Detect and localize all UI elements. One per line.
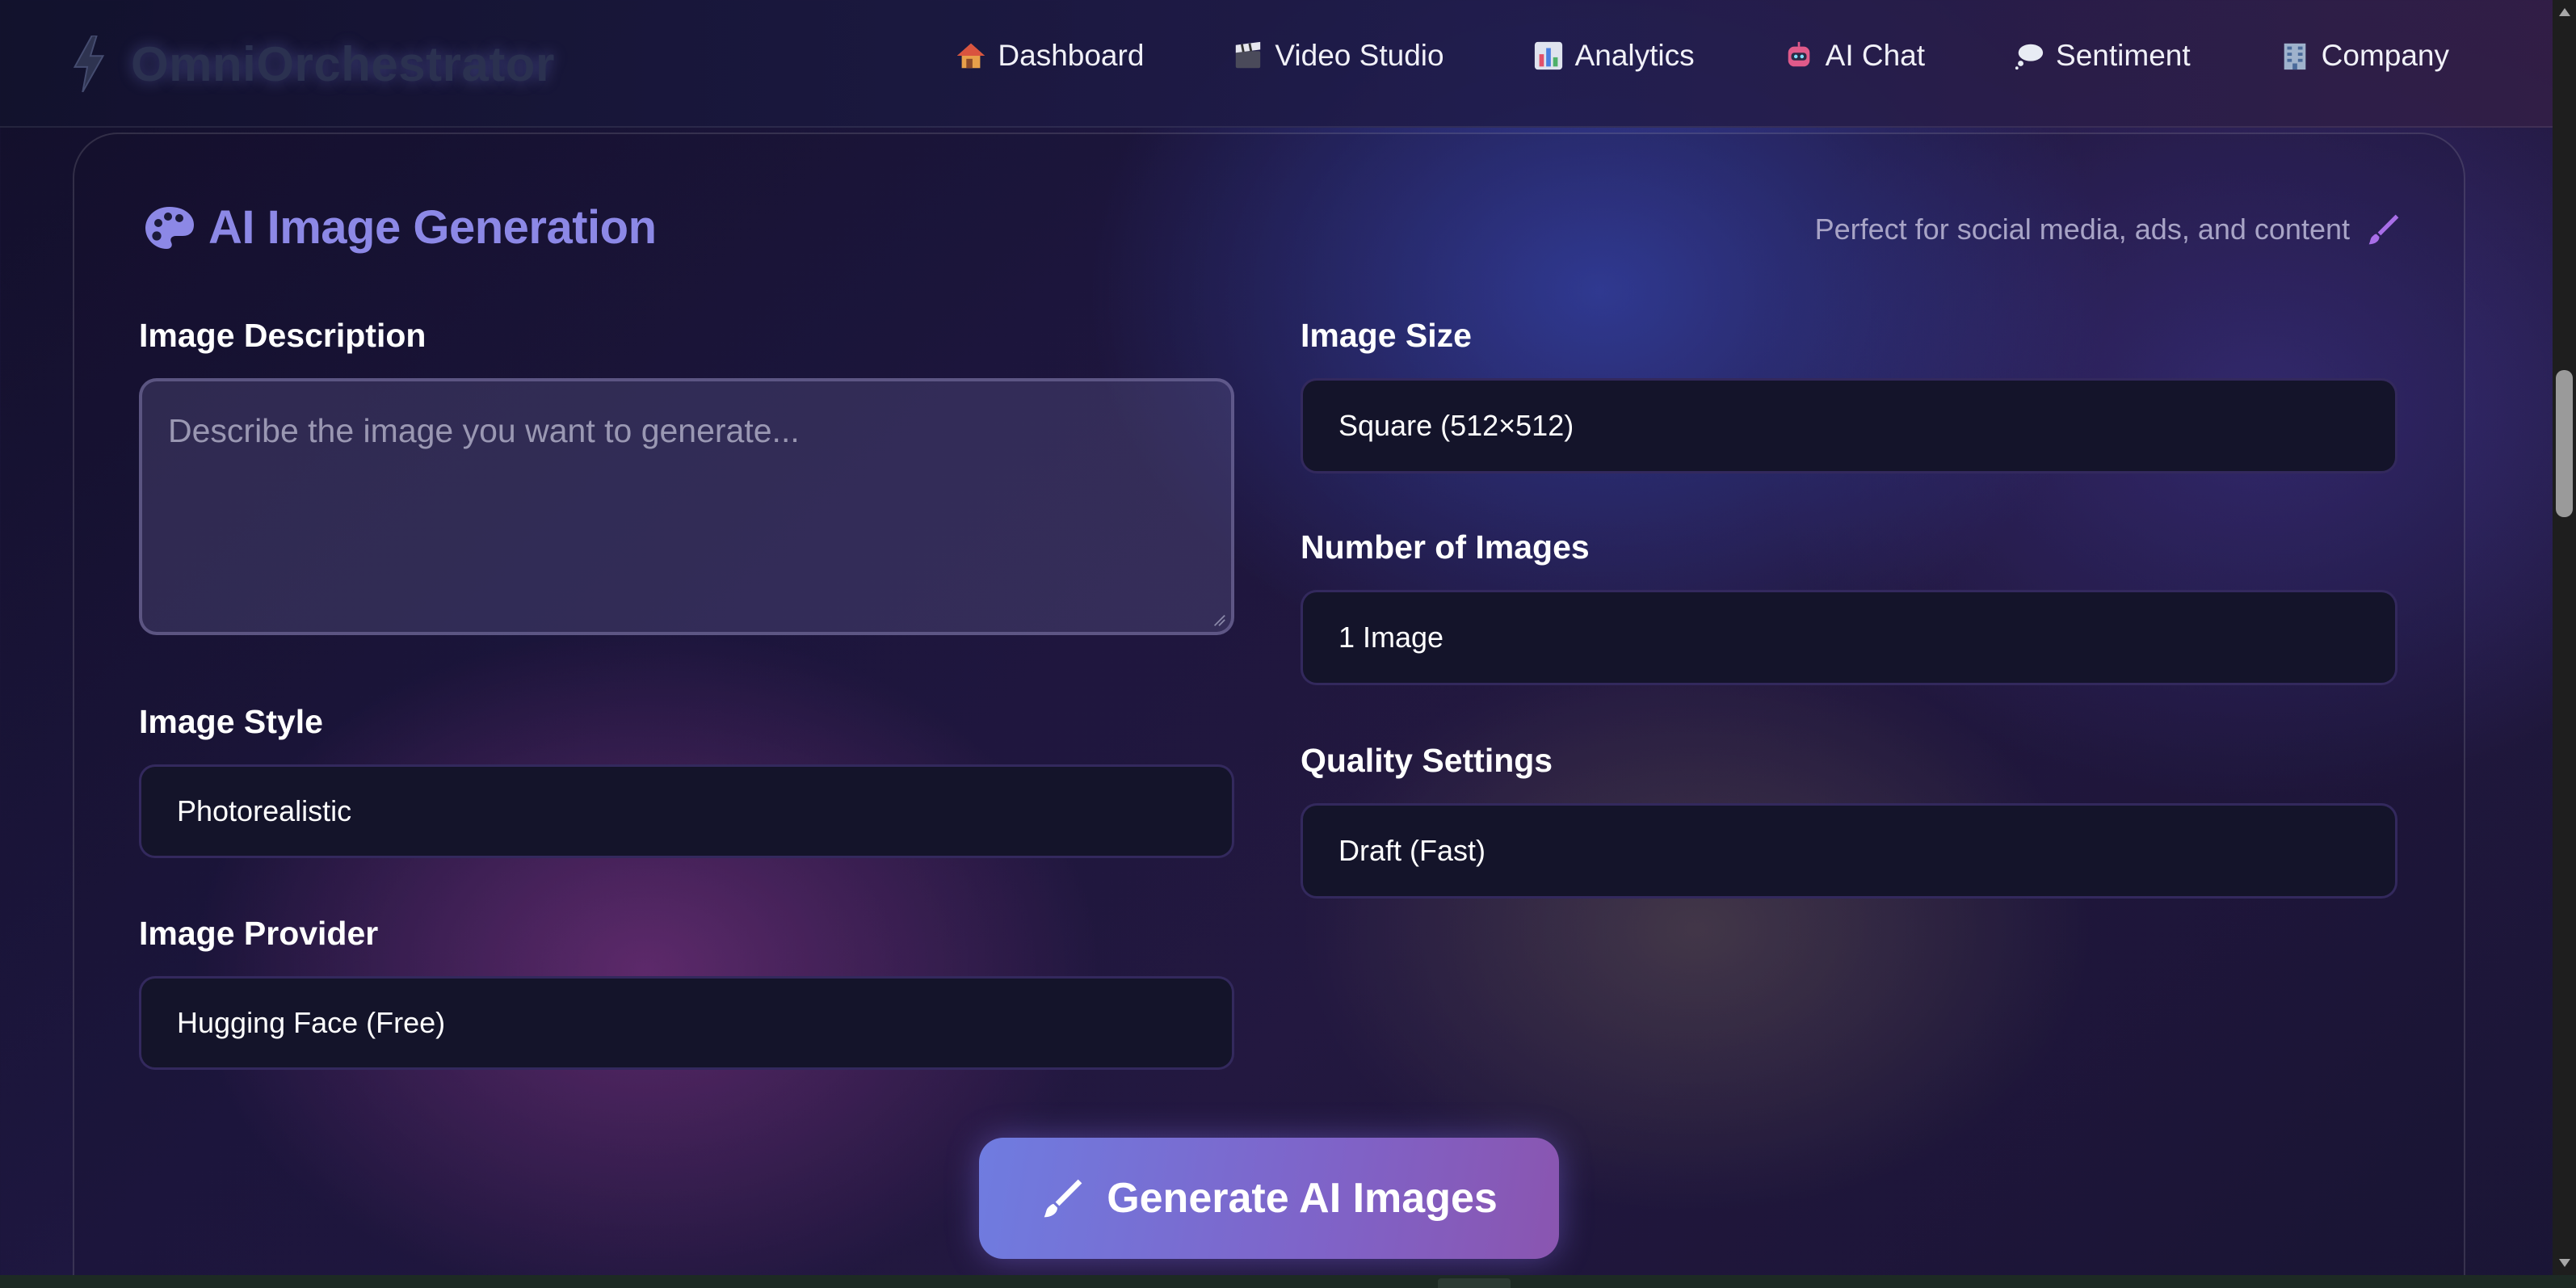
brand-name: OmniOrchestrator bbox=[131, 36, 555, 91]
nav-item-dashboard[interactable]: Dashboard bbox=[956, 39, 1144, 73]
bottom-status-strip bbox=[0, 1275, 2576, 1288]
bar-chart-icon bbox=[1534, 41, 1562, 70]
brand[interactable]: OmniOrchestrator bbox=[71, 29, 555, 99]
main-nav: Dashboard Video Studio Analytics AI Chat… bbox=[956, 39, 2449, 73]
nav-item-sentiment[interactable]: Sentiment bbox=[2014, 39, 2191, 73]
bottom-tab bbox=[1438, 1278, 1511, 1288]
section-title: AI Image Generation bbox=[208, 201, 657, 254]
vertical-scrollbar[interactable] bbox=[2553, 0, 2576, 1275]
generate-ai-images-button[interactable]: Generate AI Images bbox=[979, 1138, 1559, 1259]
image-provider-value: Hugging Face (Free) bbox=[177, 1006, 446, 1039]
image-size-select[interactable]: Square (512×512) bbox=[1301, 378, 2397, 474]
nav-item-ai-chat[interactable]: AI Chat bbox=[1784, 39, 1925, 73]
section-header: AI Image Generation bbox=[142, 200, 657, 255]
office-building-icon bbox=[2284, 43, 2305, 70]
generate-button-label: Generate AI Images bbox=[1107, 1175, 1498, 1222]
paintbrush-icon bbox=[2368, 214, 2399, 245]
robot-icon bbox=[1788, 41, 1809, 67]
image-style-value: Photorealistic bbox=[177, 794, 352, 827]
palette-icon bbox=[145, 206, 194, 249]
image-size-label: Image Size bbox=[1301, 317, 1472, 354]
image-description-label: Image Description bbox=[139, 317, 427, 354]
number-of-images-label: Number of Images bbox=[1301, 528, 1590, 566]
scrollbar-thumb[interactable] bbox=[2556, 370, 2573, 517]
top-navigation-bar: OmniOrchestrator Dashboard Video Studio bbox=[0, 0, 2553, 128]
image-description-placeholder: Describe the image you want to generate.… bbox=[168, 412, 800, 449]
nav-label: Company bbox=[2321, 39, 2449, 72]
nav-label: Video Studio bbox=[1275, 39, 1444, 72]
subtitle-text: Perfect for social media, ads, and conte… bbox=[1814, 213, 2350, 246]
quality-settings-select[interactable]: Draft (Fast) bbox=[1301, 803, 2397, 899]
quality-settings-value: Draft (Fast) bbox=[1338, 834, 1486, 867]
image-style-label: Image Style bbox=[139, 703, 323, 740]
image-description-input[interactable]: Describe the image you want to generate.… bbox=[139, 378, 1234, 635]
number-of-images-value: 1 Image bbox=[1338, 621, 1444, 654]
image-generation-card bbox=[73, 133, 2465, 1288]
image-style-select[interactable]: Photorealistic bbox=[139, 764, 1234, 858]
image-provider-select[interactable]: Hugging Face (Free) bbox=[139, 976, 1234, 1070]
scroll-up-arrow-icon[interactable] bbox=[2553, 0, 2576, 24]
nav-item-analytics[interactable]: Analytics bbox=[1533, 39, 1695, 73]
clapperboard-icon bbox=[1236, 41, 1261, 69]
number-of-images-select[interactable]: 1 Image bbox=[1301, 590, 2397, 685]
nav-item-video-studio[interactable]: Video Studio bbox=[1233, 39, 1444, 73]
image-provider-label: Image Provider bbox=[139, 915, 379, 952]
resize-handle-icon[interactable] bbox=[1212, 612, 1226, 627]
scroll-down-arrow-icon[interactable] bbox=[2553, 1251, 2576, 1275]
paintbrush-icon bbox=[1044, 1179, 1082, 1218]
house-icon bbox=[957, 43, 985, 69]
image-size-value: Square (512×512) bbox=[1338, 409, 1574, 442]
quality-settings-label: Quality Settings bbox=[1301, 742, 1553, 779]
thought-bubble-icon bbox=[2015, 44, 2044, 70]
nav-label: Dashboard bbox=[998, 39, 1145, 72]
nav-label: Sentiment bbox=[2056, 39, 2191, 72]
nav-label: AI Chat bbox=[1825, 39, 1926, 72]
nav-item-company[interactable]: Company bbox=[2280, 39, 2449, 73]
section-subtitle: Perfect for social media, ads, and conte… bbox=[1815, 212, 2402, 247]
nav-label: Analytics bbox=[1574, 39, 1695, 72]
lightning-icon bbox=[73, 36, 105, 92]
